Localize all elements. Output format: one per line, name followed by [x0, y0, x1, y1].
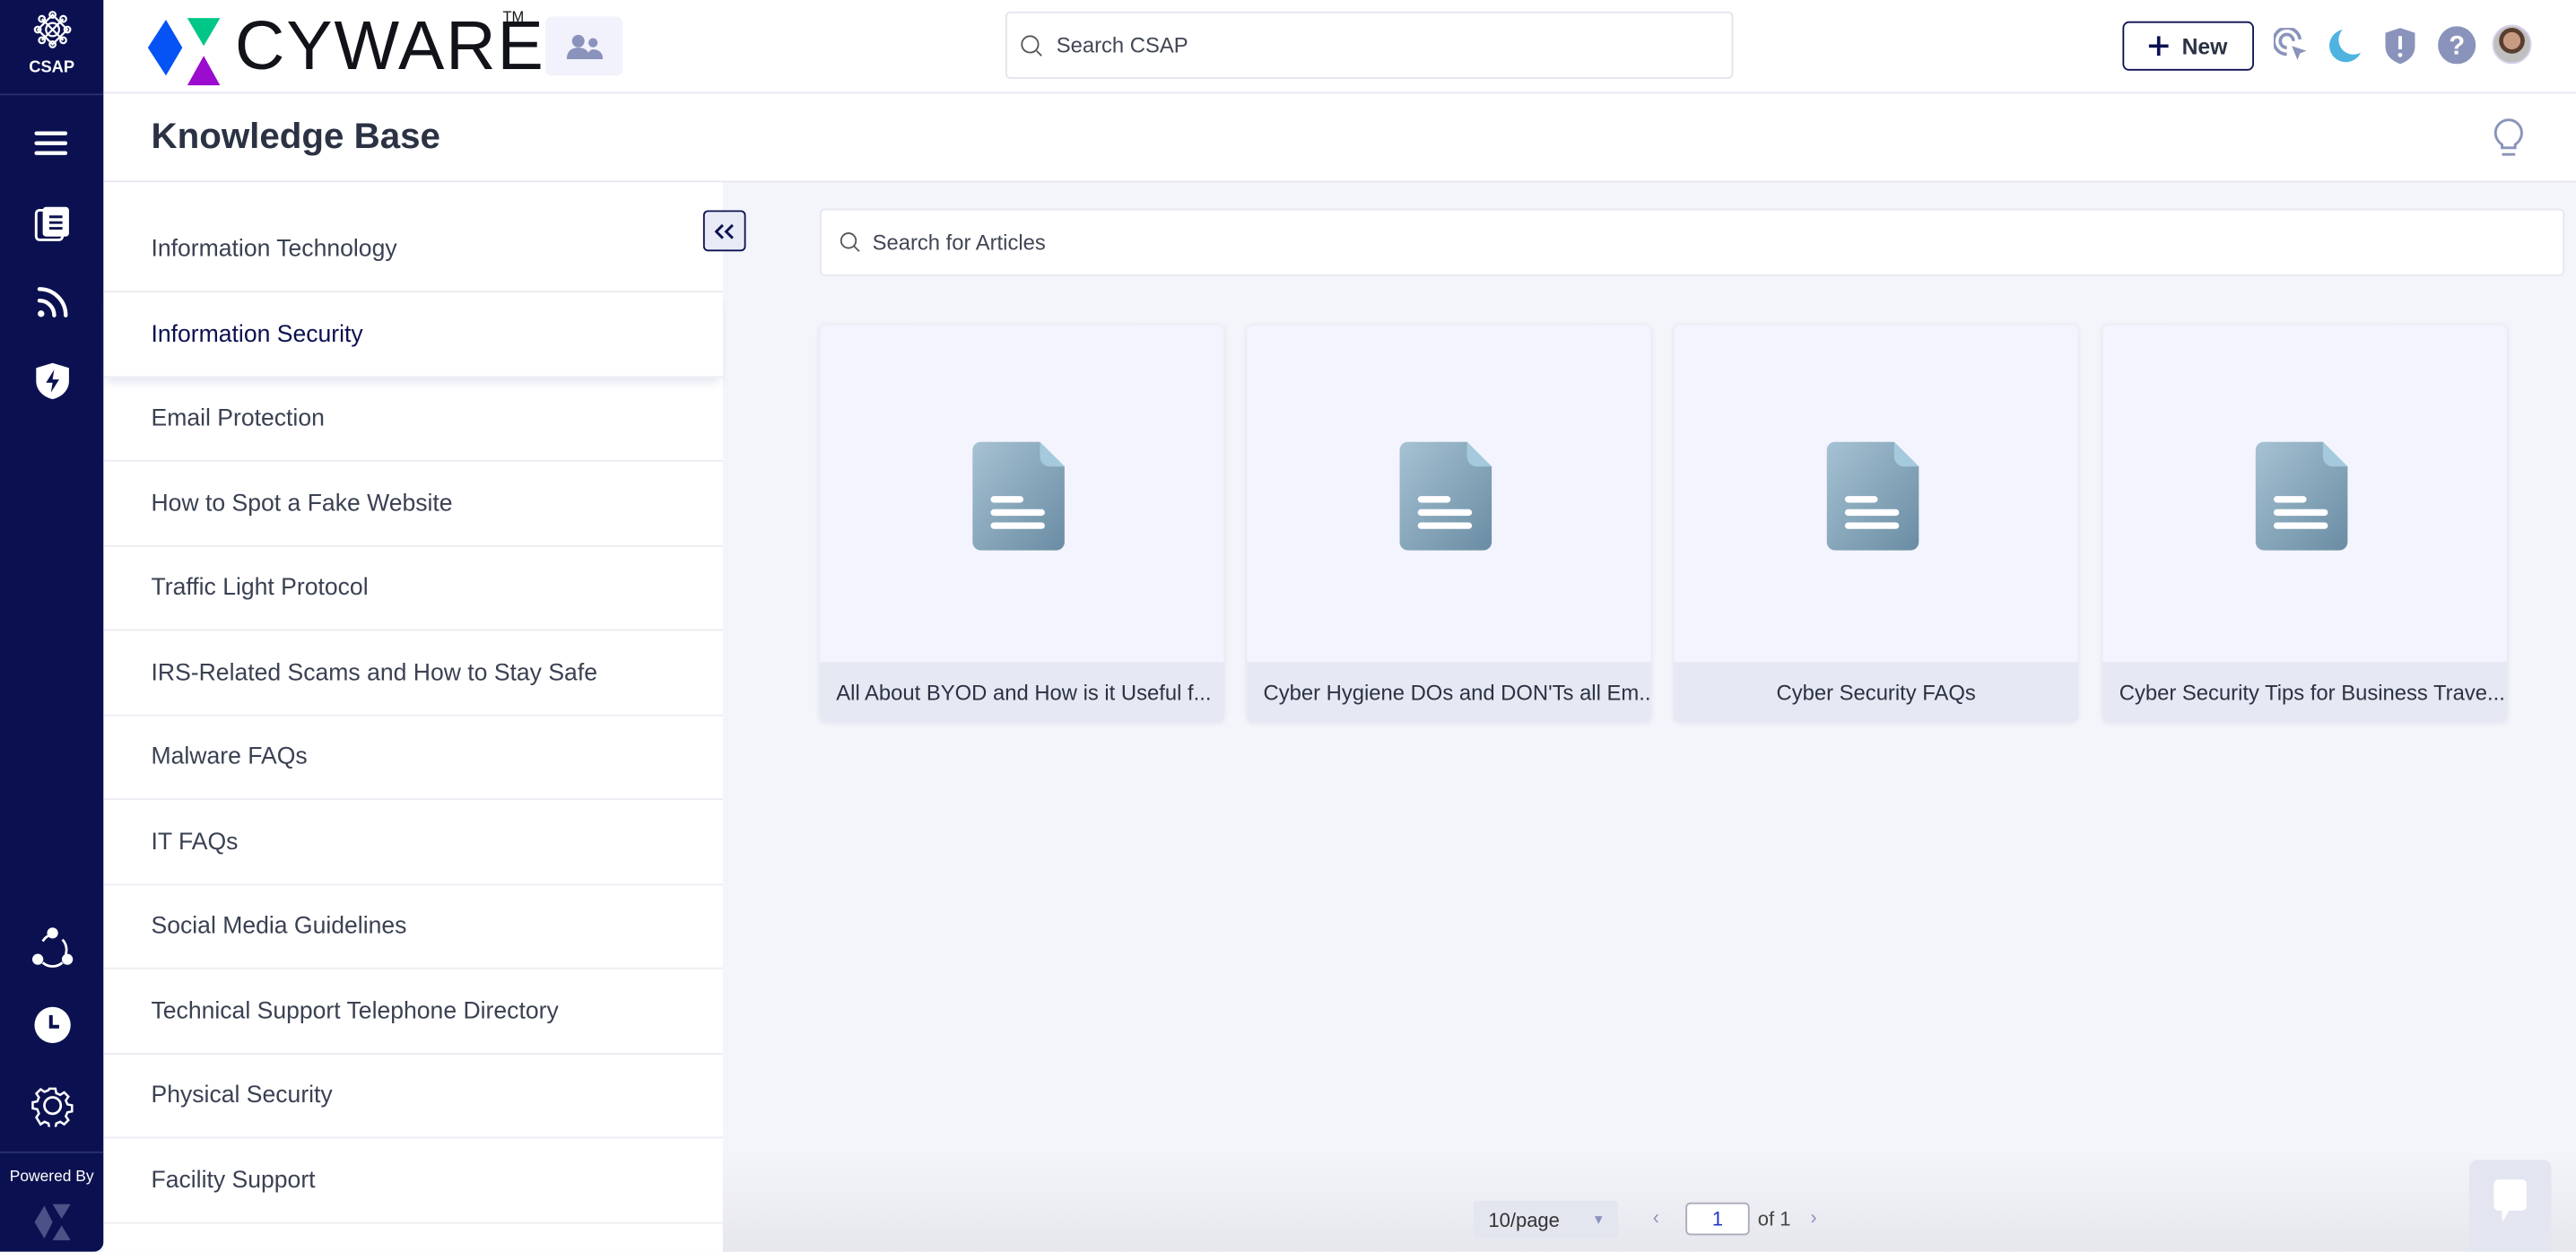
feed-icon[interactable]: [0, 283, 103, 322]
share-network-icon[interactable]: [0, 926, 103, 969]
page-total: of 1: [1757, 1207, 1791, 1230]
new-button-label: New: [2181, 33, 2228, 59]
cyware-logo-icon[interactable]: [146, 10, 229, 86]
global-search-input[interactable]: Search CSAP: [1005, 11, 1734, 79]
category-label: IRS-Related Scams and How to Stay Safe: [151, 659, 597, 686]
category-item[interactable]: How to Spot a Fake Website: [103, 462, 723, 547]
document-icon: [1399, 441, 1493, 551]
svg-text:?: ?: [2449, 30, 2465, 60]
category-item[interactable]: Email Protection: [103, 376, 723, 462]
category-label: Physical Security: [151, 1082, 333, 1109]
top-bar: CYWARE TM Search CSAP New ?: [103, 0, 2576, 94]
category-item[interactable]: Information Technology: [103, 207, 723, 293]
category-list: Information Technology Information Secur…: [103, 182, 723, 1252]
powered-by-label: Powered By: [9, 1168, 94, 1187]
global-search-placeholder: Search CSAP: [1056, 32, 1188, 58]
trademark: TM: [502, 8, 525, 25]
left-nav: CSAP Powered By: [0, 0, 104, 1252]
category-label: Technical Support Telephone Directory: [151, 997, 559, 1025]
next-page-icon[interactable]: ›: [1810, 1205, 1816, 1229]
category-label: Traffic Light Protocol: [151, 574, 369, 601]
category-item[interactable]: Physical Security: [103, 1053, 723, 1139]
clock-icon[interactable]: [0, 1005, 103, 1045]
footer-shade: [722, 1150, 2576, 1252]
pointer-click-icon[interactable]: [2272, 26, 2310, 72]
category-item[interactable]: Malware FAQs: [103, 715, 723, 800]
page-size-value: 10/page: [1488, 1208, 1560, 1231]
csap-logo-icon[interactable]: [0, 10, 103, 49]
category-item[interactable]: Social Media Guidelines: [103, 883, 723, 969]
chat-button[interactable]: [2468, 1160, 2552, 1252]
document-icon: [1826, 441, 1919, 551]
document-icon: [972, 441, 1065, 551]
category-label: Email Protection: [151, 404, 325, 431]
search-icon: [1021, 34, 1042, 57]
collapse-panel-button[interactable]: [702, 210, 746, 252]
article-title[interactable]: Cyber Security Tips for Business Trave..…: [2102, 662, 2508, 723]
page-title: Knowledge Base: [151, 115, 440, 157]
dark-mode-moon-icon[interactable]: [2327, 28, 2363, 72]
security-alert-shield-icon[interactable]: [2384, 28, 2417, 72]
prev-page-icon[interactable]: ‹: [1653, 1205, 1659, 1229]
chat-bubble-icon: [2493, 1179, 2528, 1222]
category-label: Information Technology: [151, 235, 397, 263]
page-size-select[interactable]: 10/page ▼: [1473, 1200, 1619, 1239]
article-card[interactable]: Cyber Hygiene DOs and DON'Ts all Em...: [1247, 325, 1651, 723]
category-label: Facility Support: [151, 1167, 316, 1194]
article-card[interactable]: All About BYOD and How is it Useful f...: [819, 325, 1224, 723]
settings-gear-icon[interactable]: [0, 1084, 103, 1127]
shield-bolt-icon[interactable]: [0, 360, 103, 403]
menu-icon[interactable]: [0, 125, 103, 161]
help-icon[interactable]: ?: [2438, 26, 2476, 72]
title-bar: Knowledge Base: [103, 93, 2576, 183]
search-icon: [840, 232, 860, 252]
brand-name: CYWARE: [234, 6, 545, 84]
team-switch-button[interactable]: [545, 16, 623, 76]
article-title[interactable]: Cyber Hygiene DOs and DON'Ts all Em...: [1247, 662, 1651, 723]
caret-down-icon: ▼: [1591, 1212, 1606, 1228]
article-search-input[interactable]: Search for Articles: [819, 208, 2565, 276]
article-title[interactable]: All About BYOD and How is it Useful f...: [819, 662, 1224, 723]
category-label: Information Security: [151, 321, 363, 348]
category-item[interactable]: IRS-Related Scams and How to Stay Safe: [103, 630, 723, 717]
article-card[interactable]: Cyber Security Tips for Business Trave..…: [2102, 325, 2508, 723]
user-avatar[interactable]: [2492, 24, 2532, 65]
article-card[interactable]: Cyber Security FAQs: [1674, 325, 2078, 723]
new-button[interactable]: New: [2122, 21, 2254, 71]
category-item-active[interactable]: Information Security: [103, 292, 723, 378]
users-icon: [565, 34, 603, 59]
lightbulb-tips-icon[interactable]: [2493, 118, 2523, 166]
category-label: How to Spot a Fake Website: [151, 490, 453, 517]
category-label: Malware FAQs: [151, 743, 308, 770]
plus-icon: [2148, 36, 2169, 57]
category-item[interactable]: Technical Support Telephone Directory: [103, 969, 723, 1055]
articles-icon[interactable]: [0, 204, 103, 243]
app: CSAP Powered By CYWARE TM Search CSAP Ne…: [0, 0, 2576, 1252]
cyware-mark-icon: [0, 1201, 103, 1244]
category-label: Social Media Guidelines: [151, 912, 407, 939]
category-item[interactable]: Facility Support: [103, 1138, 723, 1224]
article-title[interactable]: Cyber Security FAQs: [1674, 662, 2078, 723]
chevrons-left-icon: [714, 222, 734, 239]
page-number-input[interactable]: 1: [1685, 1202, 1750, 1236]
category-item[interactable]: Traffic Light Protocol: [103, 545, 723, 631]
article-search-placeholder: Search for Articles: [872, 230, 1046, 255]
app-name: CSAP: [29, 58, 75, 78]
category-item[interactable]: IT FAQs: [103, 800, 723, 886]
document-icon: [2255, 441, 2348, 551]
category-label: IT FAQs: [151, 829, 239, 856]
